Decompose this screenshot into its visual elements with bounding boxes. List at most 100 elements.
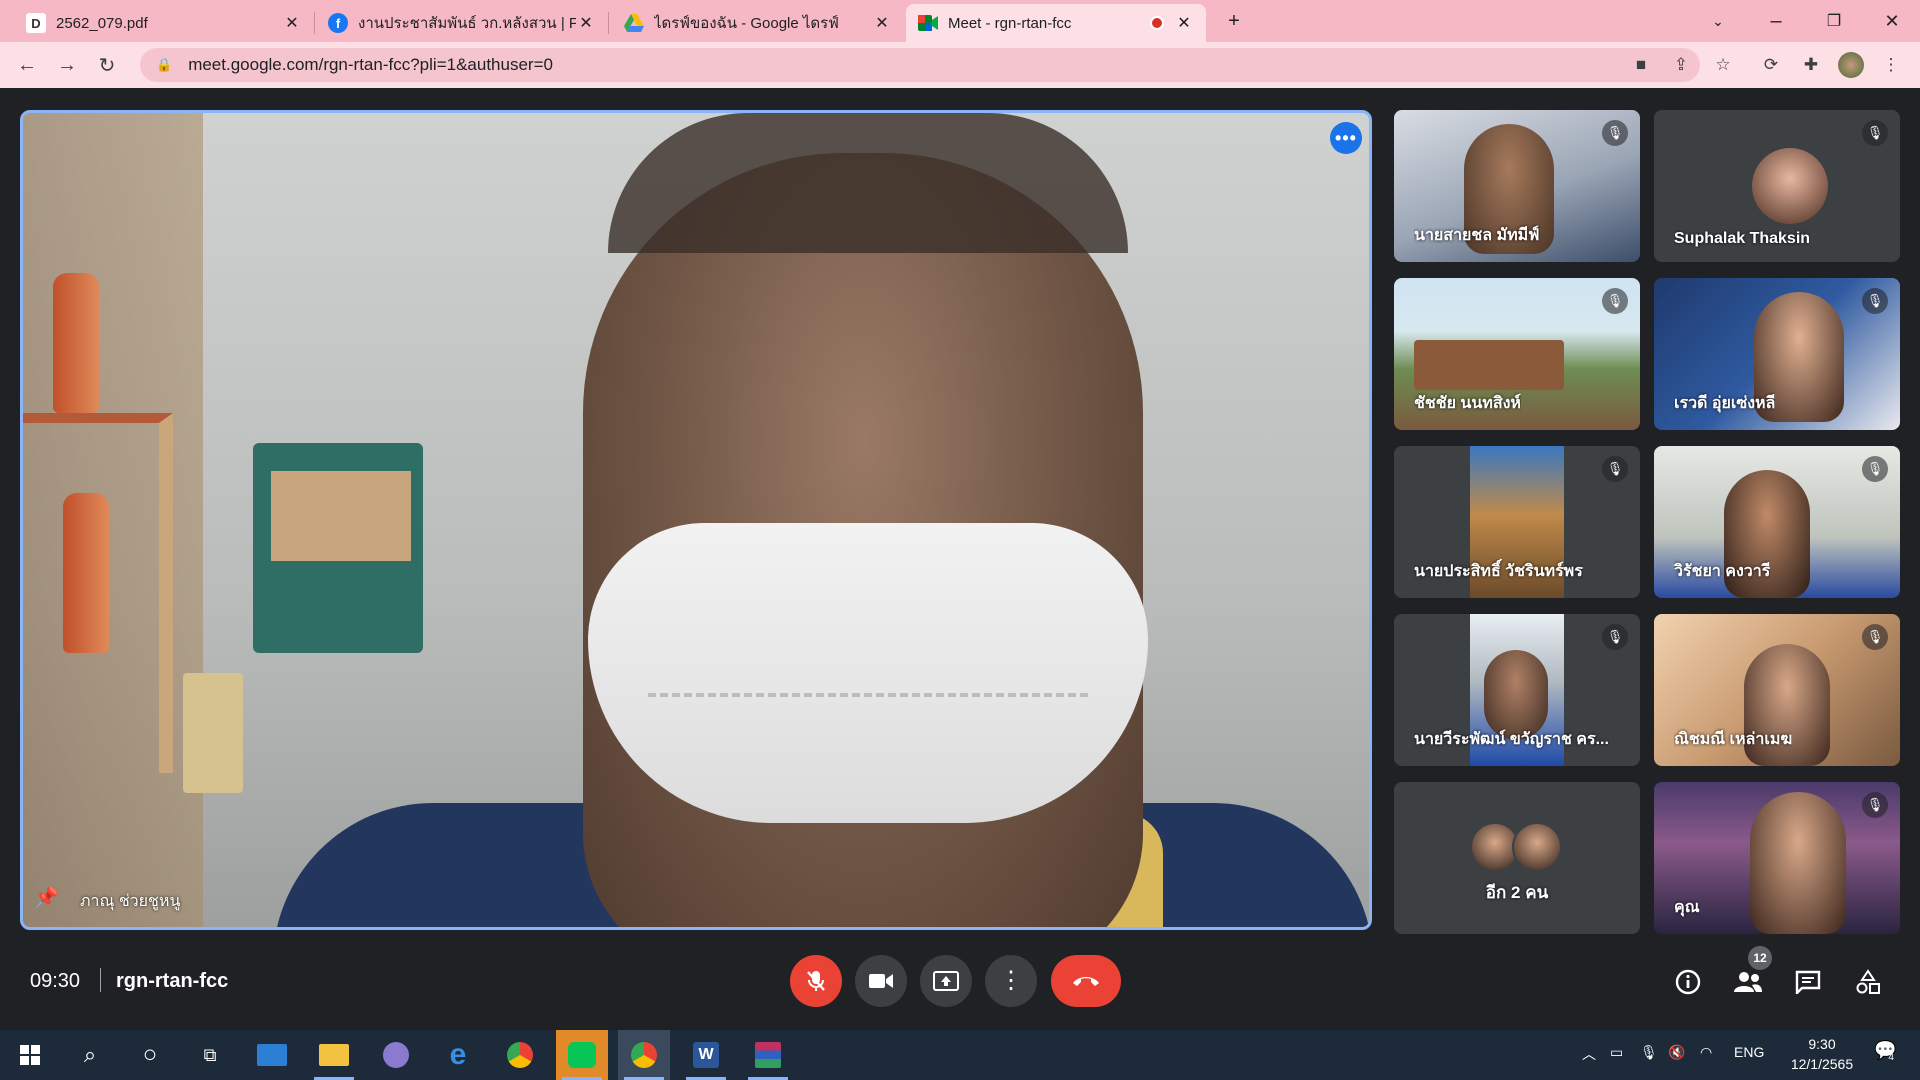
participant-tile[interactable]: 🎙 ณิชมณี เหล่าเมฆ: [1654, 614, 1900, 766]
file-explorer-icon[interactable]: [308, 1030, 360, 1080]
language-indicator[interactable]: ENG: [1734, 1044, 1764, 1060]
participant-tile[interactable]: 🎙 ชัชชัย นนทสิงห์: [1394, 278, 1640, 430]
participant-tile[interactable]: 🎙 วิรัชยา คงวารี: [1654, 446, 1900, 598]
leave-call-button[interactable]: [1051, 955, 1121, 1007]
mic-off-icon: 🎙: [1862, 624, 1888, 650]
close-icon[interactable]: ✕: [282, 13, 302, 33]
volume-mute-icon[interactable]: 🔇: [1668, 1044, 1685, 1061]
close-icon[interactable]: ✕: [1174, 13, 1194, 33]
tab-facebook[interactable]: f งานประชาสัมพันธ์ วก.หลังสวน | Facebook…: [316, 4, 608, 42]
notification-count: 4: [1888, 1052, 1894, 1063]
more-options-icon[interactable]: •••: [1330, 122, 1362, 154]
taskbar-clock[interactable]: 9:30 12/1/2565: [1782, 1034, 1862, 1074]
tab-title: ไดรฟ์ของฉัน - Google ไดรฟ์: [654, 15, 839, 32]
url-field[interactable]: 🔒 meet.google.com/rgn-rtan-fcc?pli=1&aut…: [140, 48, 1700, 82]
chrome-active-icon[interactable]: [618, 1030, 670, 1080]
mic-off-icon: 🎙: [1602, 288, 1628, 314]
participant-name: นายประสิทธิ์ วัชรินทร์พร: [1414, 563, 1583, 580]
snipping-tool-icon[interactable]: [370, 1030, 422, 1080]
participant-tile[interactable]: 🎙 นายประสิทธิ์ วัชรินทร์พร: [1394, 446, 1640, 598]
mic-off-icon: 🎙: [1862, 120, 1888, 146]
edge-legacy-icon[interactable]: e: [432, 1030, 484, 1080]
winrar-icon[interactable]: [742, 1030, 794, 1080]
windows-start-icon[interactable]: [4, 1030, 56, 1080]
close-window-button[interactable]: ✕: [1876, 6, 1908, 36]
back-icon[interactable]: ←: [12, 50, 42, 80]
participant-name: เรวดี อุ่ยเซ่งหลี: [1674, 395, 1776, 412]
participant-tile-others[interactable]: อีก 2 คน: [1394, 782, 1640, 934]
close-icon[interactable]: ✕: [576, 13, 596, 33]
meeting-details-icon[interactable]: [1668, 962, 1708, 1002]
extensions-puzzle-icon[interactable]: ✚: [1796, 50, 1826, 80]
more-vert-icon: ⋮: [999, 967, 1023, 994]
minimize-button[interactable]: –: [1760, 6, 1792, 36]
background-wall-pocket: [253, 443, 423, 653]
meeting-code: rgn-rtan-fcc: [116, 970, 229, 992]
tab-title: Meet - rgn-rtan-fcc: [948, 14, 1072, 32]
participant-tile[interactable]: 🎙 นายวีระพัฒน์ ขวัญราช คร...: [1394, 614, 1640, 766]
wifi-icon[interactable]: ◠: [1700, 1044, 1712, 1061]
speaker-hair: [608, 113, 1128, 253]
close-icon[interactable]: ✕: [872, 13, 892, 33]
tab-title: งานประชาสัมพันธ์ วก.หลังสวน | Facebook: [358, 15, 576, 32]
restore-button[interactable]: ❐: [1818, 6, 1850, 36]
word-icon[interactable]: W: [680, 1030, 732, 1080]
extension-refresh-icon[interactable]: ⟳: [1756, 50, 1786, 80]
activities-icon[interactable]: [1848, 962, 1888, 1002]
reload-icon[interactable]: ↻: [92, 50, 122, 80]
task-view-icon[interactable]: ⧉: [184, 1030, 236, 1080]
url-text: meet.google.com/rgn-rtan-fcc?pli=1&authu…: [188, 55, 553, 74]
meet-icon: [918, 13, 938, 33]
mic-off-icon: 🎙: [1862, 456, 1888, 482]
new-tab-button[interactable]: +: [1218, 6, 1250, 36]
participant-name: ณิชมณี เหล่าเมฆ: [1674, 731, 1793, 748]
present-screen-button[interactable]: [920, 955, 972, 1007]
chrome-icon[interactable]: [494, 1030, 546, 1080]
microphone-toggle-button[interactable]: [790, 955, 842, 1007]
participant-tile[interactable]: 🎙 นายสายชล มัทมีฟ์: [1394, 110, 1640, 262]
pin-icon[interactable]: 📌: [34, 885, 59, 910]
camera-icon[interactable]: ■: [1626, 50, 1656, 80]
browser-menu-icon[interactable]: ⋮: [1876, 50, 1906, 80]
camera-toggle-button[interactable]: [855, 955, 907, 1007]
meeting-time: 09:30: [30, 970, 81, 992]
mail-icon[interactable]: [246, 1030, 298, 1080]
chat-icon[interactable]: [1788, 962, 1828, 1002]
facebook-icon: f: [328, 13, 348, 33]
background-bottle: [63, 493, 109, 653]
participant-name: Suphalak Thaksin: [1674, 230, 1811, 247]
recording-icon: [1150, 16, 1164, 30]
tray-chevron-icon[interactable]: ︿: [1582, 1044, 1596, 1064]
participant-tile[interactable]: 🎙 เรวดี อุ่ยเซ่งหลี: [1654, 278, 1900, 430]
cortana-icon[interactable]: ○: [124, 1030, 176, 1080]
participant-name: ชัชชัย นนทสิงห์: [1414, 395, 1521, 412]
battery-icon[interactable]: ▭: [1610, 1044, 1623, 1061]
profile-avatar[interactable]: [1836, 50, 1866, 80]
pdf-icon: D: [26, 13, 46, 33]
mic-off-icon: 🎙: [1862, 288, 1888, 314]
search-icon[interactable]: ⌕: [64, 1030, 116, 1080]
line-app-icon[interactable]: [556, 1030, 608, 1080]
mic-off-icon: 🎙: [1602, 120, 1628, 146]
microphone-tray-icon[interactable]: 🎙: [1640, 1044, 1658, 1061]
main-speaker-name: ภาณุ ช่วยชูหนู: [80, 893, 181, 910]
bookmark-star-icon[interactable]: ☆: [1708, 50, 1738, 80]
main-speaker-video[interactable]: [20, 110, 1372, 930]
background-switch: [183, 673, 243, 793]
tab-drive[interactable]: ไดรฟ์ของฉัน - Google ไดรฟ์ ✕: [612, 4, 904, 42]
participant-name: วิรัชยา คงวารี: [1674, 563, 1771, 580]
notification-center-icon[interactable]: 💬4: [1874, 1040, 1902, 1063]
present-screen-icon: [933, 971, 959, 991]
tab-search-icon[interactable]: ⌄: [1702, 6, 1734, 36]
share-icon[interactable]: ⇪: [1666, 50, 1696, 80]
speaker-mask: [588, 523, 1148, 823]
mic-off-icon: [807, 971, 825, 991]
background-sign: [1414, 340, 1564, 390]
forward-icon[interactable]: →: [52, 50, 82, 80]
participant-count-badge: 12: [1748, 946, 1772, 970]
more-options-button[interactable]: ⋮: [985, 955, 1037, 1007]
tab-pdf[interactable]: D 2562_079.pdf ✕: [14, 4, 314, 42]
participant-tile[interactable]: 🎙 Suphalak Thaksin: [1654, 110, 1900, 262]
tab-meet[interactable]: Meet - rgn-rtan-fcc ✕: [906, 4, 1206, 42]
participant-tile-self[interactable]: 🎙 คุณ: [1654, 782, 1900, 934]
